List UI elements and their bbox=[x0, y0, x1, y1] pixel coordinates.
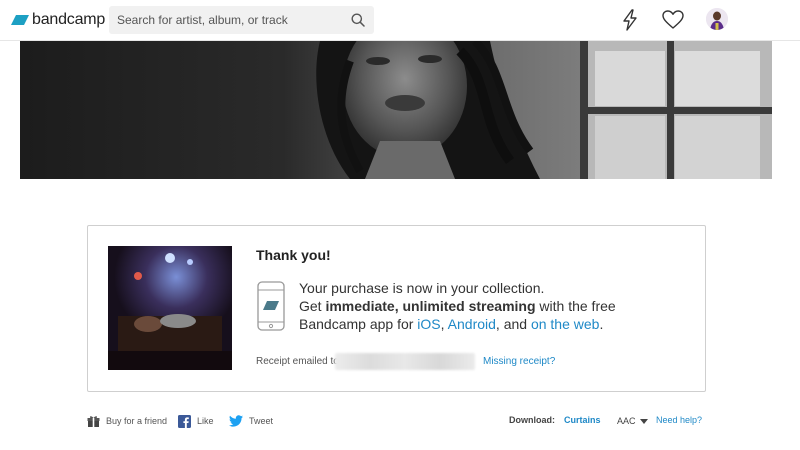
like-label: Like bbox=[197, 416, 214, 426]
avatar-image bbox=[706, 8, 728, 30]
artist-banner-image bbox=[20, 41, 772, 179]
separator-2: , and bbox=[495, 316, 531, 332]
thank-you-card: Thank you! Your purchase is now in your … bbox=[87, 225, 706, 392]
buy-for-friend-button[interactable]: Buy for a friend bbox=[87, 414, 167, 428]
streaming-line: Get immediate, unlimited streaming with … bbox=[299, 297, 689, 315]
app-prefix: Bandcamp app for bbox=[299, 316, 418, 332]
android-link[interactable]: Android bbox=[448, 316, 496, 332]
facebook-icon bbox=[178, 414, 191, 428]
receipt-label: Receipt emailed to bbox=[256, 356, 339, 367]
bandcamp-logo-icon bbox=[11, 15, 29, 25]
purchase-message: Your purchase is now in your collection.… bbox=[299, 279, 689, 333]
download-label: Download: bbox=[509, 415, 555, 425]
top-navigation-bar: bandcamp bbox=[0, 0, 800, 41]
thank-you-title: Thank you! bbox=[256, 247, 331, 263]
tweet-label: Tweet bbox=[249, 416, 274, 426]
streaming-suffix: with the free bbox=[535, 298, 616, 314]
need-help-link[interactable]: Need help? bbox=[656, 415, 702, 425]
collection-line: Your purchase is now in your collection. bbox=[299, 280, 545, 296]
user-avatar[interactable] bbox=[706, 8, 728, 30]
search-input[interactable] bbox=[117, 6, 342, 34]
app-links-line: Bandcamp app for iOS, Android, and on th… bbox=[299, 315, 689, 333]
logo-wordmark: bandcamp bbox=[32, 11, 106, 28]
heart-icon[interactable] bbox=[661, 8, 685, 32]
mobile-app-icon bbox=[257, 281, 285, 331]
facebook-like-button[interactable]: Like bbox=[178, 414, 214, 428]
format-select-value: AAC bbox=[617, 416, 636, 426]
streaming-bold: immediate, unlimited streaming bbox=[325, 298, 536, 314]
buy-for-friend-label: Buy for a friend bbox=[106, 416, 168, 426]
bandcamp-logo[interactable]: bandcamp bbox=[11, 11, 105, 29]
album-artwork[interactable] bbox=[108, 246, 232, 370]
period: . bbox=[599, 316, 604, 332]
search-icon[interactable] bbox=[351, 13, 365, 27]
missing-receipt-link[interactable]: Missing receipt? bbox=[483, 354, 555, 370]
album-artwork-image bbox=[108, 246, 232, 370]
format-select[interactable]: AAC bbox=[617, 414, 648, 428]
search-box[interactable] bbox=[109, 6, 374, 34]
redacted-email bbox=[335, 353, 475, 370]
gift-icon bbox=[87, 415, 100, 427]
tweet-button[interactable]: Tweet bbox=[229, 414, 273, 428]
streaming-prefix: Get bbox=[299, 298, 326, 314]
lightning-icon[interactable] bbox=[618, 8, 642, 32]
twitter-icon bbox=[229, 415, 243, 427]
download-album-link[interactable]: Curtains bbox=[564, 415, 601, 425]
artist-banner bbox=[20, 41, 772, 179]
web-link[interactable]: on the web bbox=[531, 316, 600, 332]
ios-link[interactable]: iOS bbox=[417, 316, 440, 332]
chevron-down-icon bbox=[639, 418, 648, 424]
separator-1: , bbox=[440, 316, 448, 332]
